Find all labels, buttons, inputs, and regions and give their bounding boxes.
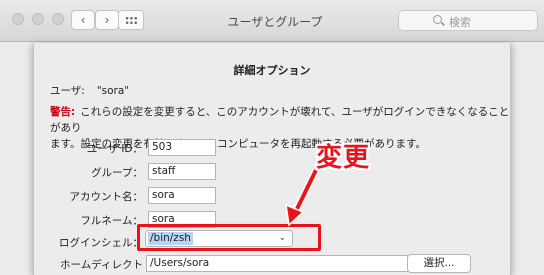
annotation-label: 変更 [316, 143, 371, 173]
user-id-field[interactable]: 503 [148, 139, 216, 156]
users-groups-window: ‹ › ユーザとグループ 検索 詳細オプション ユーザ: "sora" 警告: これ… [0, 0, 544, 275]
login-shell-label: ログインシェル： [59, 237, 143, 249]
user-line: ユーザ: "sora" [50, 83, 129, 98]
full-name-label: フルネーム： [80, 215, 143, 227]
home-directory-field[interactable]: /Users/sora [146, 255, 412, 272]
window-title: ユーザとグループ [227, 15, 323, 29]
account-name-label: アカウント名： [69, 191, 144, 203]
titlebar: ‹ › ユーザとグループ 検索 [0, 0, 544, 42]
group-field[interactable]: staff [148, 163, 216, 180]
warning-label: 警告: [50, 106, 76, 118]
account-name-field[interactable]: sora [148, 187, 216, 204]
close-window-button[interactable] [12, 13, 24, 25]
chevron-left-icon: ‹ [80, 13, 86, 27]
search-field[interactable]: 検索 [398, 10, 538, 31]
back-button[interactable]: ‹ [71, 10, 95, 30]
sheet-title: 詳細オプション [233, 64, 311, 77]
warning-line-1: これらの設定を変更すると、このアカウントが壊れて、ユーザがログインできなくなるこ… [50, 106, 510, 134]
minimize-window-button[interactable] [32, 13, 44, 25]
group-label: グループ： [91, 167, 143, 179]
show-all-button[interactable] [118, 10, 144, 30]
grid-icon [125, 16, 138, 25]
user-value: "sora" [96, 85, 130, 97]
chevron-right-icon: › [104, 13, 110, 27]
user-label: ユーザ: [50, 85, 85, 97]
zoom-window-button[interactable] [52, 13, 64, 25]
choose-button[interactable]: 選択... [407, 254, 471, 273]
search-icon [433, 15, 442, 24]
user-id-label: ユーザ ID： [86, 143, 143, 155]
highlight-box [137, 224, 321, 251]
forward-button[interactable]: › [95, 10, 119, 30]
home-directory-label: ホームディレクトリ： [60, 259, 143, 275]
search-placeholder: 検索 [449, 16, 471, 29]
